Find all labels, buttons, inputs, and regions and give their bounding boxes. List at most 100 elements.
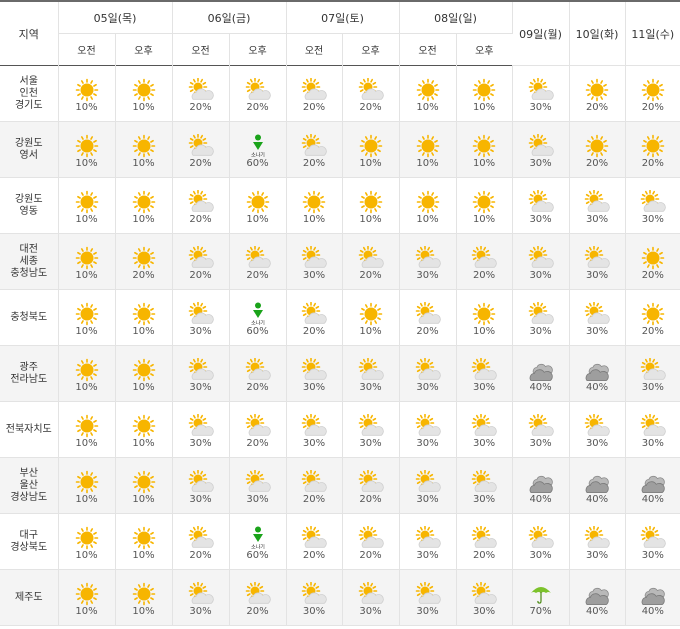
precipitation-probability: 30% bbox=[189, 605, 212, 617]
forecast-cell: 10% bbox=[115, 401, 173, 458]
sunny-icon bbox=[116, 582, 172, 606]
partly-cloudy-icon bbox=[513, 133, 569, 158]
region-name-line: 전북자치도 bbox=[5, 423, 52, 435]
precipitation-probability: 30% bbox=[641, 381, 664, 393]
cloudy-icon bbox=[570, 582, 625, 606]
forecast-cell: 30% bbox=[399, 401, 457, 458]
forecast-cell: 20% bbox=[342, 513, 400, 570]
partly-cloudy-icon bbox=[230, 413, 286, 438]
partly-cloudy-icon bbox=[457, 525, 512, 550]
region-name-line: 영서 bbox=[19, 149, 38, 161]
day-header: 08일(일) bbox=[399, 1, 513, 34]
precipitation-probability: 20% bbox=[641, 157, 664, 169]
sunny-icon bbox=[343, 134, 399, 158]
partly-cloudy-icon bbox=[173, 133, 229, 158]
region-name-line: 경상북도 bbox=[10, 541, 48, 553]
precipitation-probability: 30% bbox=[189, 437, 212, 449]
precipitation-probability: 30% bbox=[416, 381, 439, 393]
precipitation-probability: 40% bbox=[641, 493, 664, 505]
precipitation-probability: 10% bbox=[472, 157, 496, 169]
sunny-icon bbox=[570, 134, 625, 158]
precipitation-probability: 10% bbox=[75, 325, 98, 337]
precipitation-probability: 10% bbox=[132, 549, 155, 561]
region-name-line: 서울 bbox=[19, 75, 38, 87]
forecast-cell: 20% bbox=[569, 65, 626, 122]
am-header: 오전 bbox=[286, 33, 343, 66]
forecast-cell: 10% bbox=[286, 177, 343, 234]
precipitation-probability: 20% bbox=[302, 493, 326, 505]
precipitation-probability: 10% bbox=[359, 157, 382, 169]
precipitation-probability: 30% bbox=[189, 325, 212, 337]
partly-cloudy-icon bbox=[343, 413, 399, 438]
cloudy-icon bbox=[513, 358, 569, 382]
region-name: 대전 세종 충청남도 bbox=[0, 233, 59, 290]
forecast-cell: 10% bbox=[399, 121, 457, 178]
forecast-cell: 20% bbox=[625, 121, 680, 178]
forecast-cell: 30% bbox=[399, 569, 457, 626]
precipitation-probability: 20% bbox=[189, 549, 212, 561]
precipitation-probability: 30% bbox=[359, 437, 382, 449]
region-name: 충청북도 bbox=[0, 289, 59, 346]
forecast-cell: 10% bbox=[58, 569, 116, 626]
forecast-cell: 20% bbox=[286, 513, 343, 570]
sunny-icon bbox=[116, 246, 172, 270]
forecast-cell: 10% bbox=[58, 345, 116, 402]
precipitation-probability: 30% bbox=[529, 213, 552, 225]
forecast-cell: 30% bbox=[172, 569, 230, 626]
partly-cloudy-icon bbox=[343, 525, 399, 550]
partly-cloudy-icon bbox=[457, 413, 512, 438]
partly-cloudy-icon bbox=[173, 77, 229, 102]
precipitation-probability: 10% bbox=[75, 101, 98, 113]
forecast-cell: 10% bbox=[58, 121, 116, 178]
day-header: 07일(토) bbox=[286, 1, 400, 34]
sunny-icon bbox=[59, 302, 115, 326]
forecast-cell: 10% bbox=[115, 569, 173, 626]
precipitation-probability: 20% bbox=[246, 605, 269, 617]
precipitation-probability: 10% bbox=[132, 325, 155, 337]
precipitation-probability: 10% bbox=[416, 157, 439, 169]
region-name-line: 대구 bbox=[19, 529, 38, 541]
sunny-icon bbox=[400, 134, 456, 158]
partly-cloudy-icon bbox=[400, 469, 456, 494]
precipitation-probability: 40% bbox=[641, 605, 664, 617]
region-name-line: 부산 bbox=[19, 467, 38, 479]
precipitation-probability: 10% bbox=[75, 605, 98, 617]
forecast-cell: 10% bbox=[456, 65, 513, 122]
region-name-line: 영동 bbox=[19, 205, 38, 217]
forecast-cell: 20% bbox=[286, 121, 343, 178]
sunny-icon bbox=[116, 134, 172, 158]
partly-cloudy-icon bbox=[400, 581, 456, 606]
precipitation-probability: 30% bbox=[529, 101, 552, 113]
region-row: 서울 인천 경기도 10% 10% 20% 20% 20% 20% 10% 10% 30% 20% 20% bbox=[0, 65, 680, 122]
partly-cloudy-icon bbox=[400, 413, 456, 438]
forecast-cell: 40% bbox=[625, 569, 680, 626]
precipitation-probability: 20% bbox=[641, 269, 664, 281]
forecast-cell: 30% bbox=[625, 177, 680, 234]
sunny-icon bbox=[59, 78, 115, 102]
partly-cloudy-icon bbox=[457, 469, 512, 494]
sunny-icon bbox=[116, 470, 172, 494]
partly-cloudy-icon bbox=[400, 245, 456, 270]
day-header: 11일(수) bbox=[625, 1, 680, 66]
forecast-cell: 30% bbox=[625, 401, 680, 458]
forecast-cell: 20% bbox=[286, 289, 343, 346]
precipitation-probability: 10% bbox=[302, 213, 326, 225]
precipitation-probability: 30% bbox=[302, 381, 326, 393]
forecast-cell: 20% bbox=[342, 233, 400, 290]
precipitation-probability: 30% bbox=[529, 269, 552, 281]
forecast-cell: 40% bbox=[625, 457, 680, 514]
precipitation-probability: 20% bbox=[359, 101, 382, 113]
forecast-cell: 10% bbox=[115, 345, 173, 402]
sunny-icon bbox=[116, 414, 172, 438]
precipitation-probability: 30% bbox=[302, 605, 326, 617]
forecast-cell: 30% bbox=[286, 233, 343, 290]
forecast-cell: 20% bbox=[569, 121, 626, 178]
partly-cloudy-icon bbox=[287, 77, 342, 102]
region-name: 강원도 영서 bbox=[0, 121, 59, 178]
precipitation-probability: 10% bbox=[359, 325, 382, 337]
forecast-cell: 10% bbox=[342, 289, 400, 346]
sunny-icon bbox=[626, 246, 680, 270]
precipitation-probability: 30% bbox=[416, 605, 439, 617]
partly-cloudy-icon bbox=[570, 189, 625, 214]
forecast-cell: 30% bbox=[172, 345, 230, 402]
